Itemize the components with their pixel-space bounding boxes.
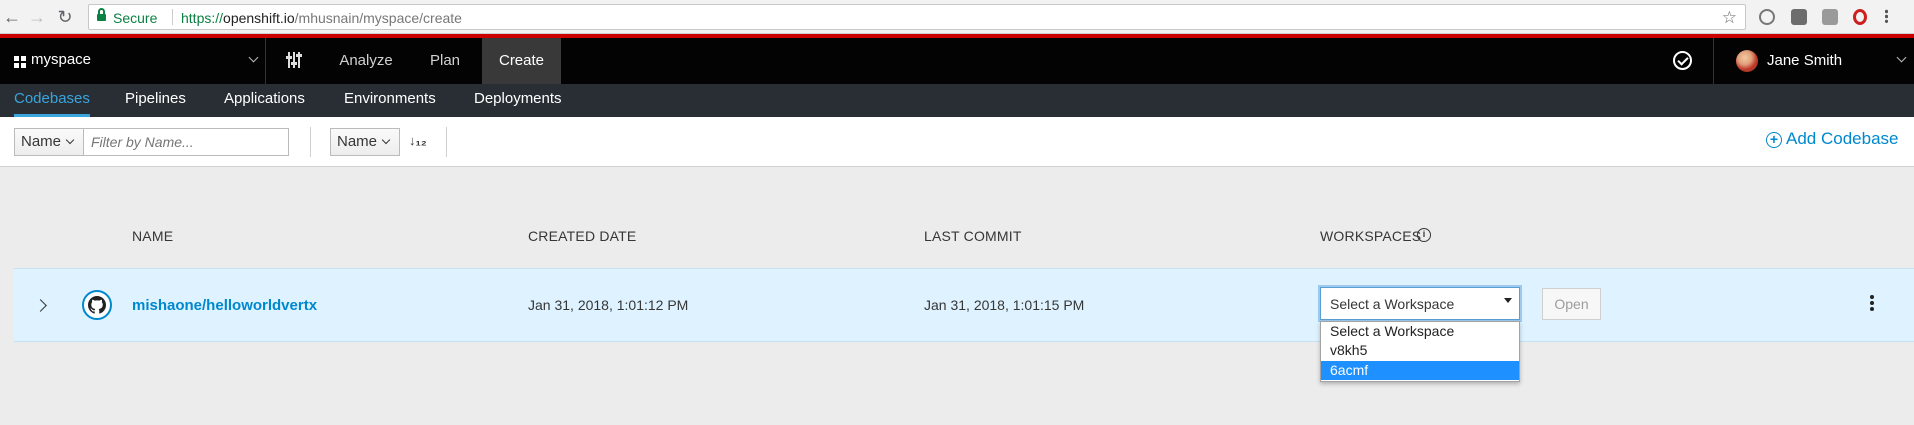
user-name: Jane Smith (1767, 52, 1843, 69)
tab-applications[interactable]: Applications (224, 84, 305, 117)
workspace-select[interactable]: Select a Workspace (1320, 287, 1520, 320)
grid-icon (14, 56, 26, 68)
nav-item-plan[interactable]: Plan (406, 38, 484, 84)
sort-ascending-icon[interactable]: ↓₁₂ (409, 133, 427, 148)
address-bar[interactable]: Secure https://openshift.io/mhusnain/mys… (88, 4, 1746, 30)
filter-field-label: Name (21, 133, 62, 150)
dropdown-arrow-icon (1504, 298, 1512, 303)
space-switcher[interactable]: myspace (0, 38, 266, 84)
url-divider (172, 9, 173, 25)
tab-codebases[interactable]: Codebases (14, 84, 90, 117)
forward-icon[interactable]: → (27, 7, 47, 27)
tab-deployments[interactable]: Deployments (474, 84, 562, 117)
filter-field-select[interactable]: Name (14, 128, 84, 156)
workspace-dropdown-list: Select a Workspace v8kh5 6acmf (1320, 321, 1520, 382)
sort-field-label: Name (337, 133, 378, 150)
chevron-right-icon[interactable] (34, 299, 47, 312)
sort-field-select[interactable]: Name (330, 128, 400, 156)
lock-icon (97, 8, 106, 22)
secure-label: Secure (113, 10, 158, 26)
chevron-down-icon (248, 52, 259, 63)
opera-icon[interactable] (1853, 9, 1867, 25)
filter-toolbar: Name Name ↓₁₂ + Add Codebase (0, 117, 1914, 167)
nav-item-create[interactable]: Create (482, 38, 561, 84)
space-name: myspace (31, 51, 92, 68)
column-header-workspaces: WORKSPACES (1320, 228, 1422, 244)
avatar (1736, 50, 1758, 72)
info-icon[interactable]: i (1417, 228, 1431, 242)
extension-gauge-icon[interactable] (1759, 9, 1775, 25)
sub-navigation: Codebases Pipelines Applications Environ… (0, 84, 1914, 117)
last-commit-date: Jan 31, 2018, 1:01:15 PM (924, 297, 1085, 313)
back-icon[interactable]: ← (2, 7, 22, 27)
url-host: openshift.io (223, 10, 295, 26)
add-codebase-button[interactable]: Add Codebase (1786, 129, 1898, 149)
reload-icon[interactable]: ↻ (55, 7, 75, 27)
workspace-option[interactable]: v8kh5 (1321, 341, 1519, 360)
nav-item-analyze[interactable]: Analyze (326, 38, 406, 84)
bookmark-star-icon[interactable]: ☆ (1722, 8, 1737, 28)
kebab-menu-icon[interactable] (1870, 295, 1874, 311)
toolbar-divider (310, 127, 311, 157)
url-text[interactable]: https://openshift.io/mhusnain/myspace/cr… (181, 10, 462, 26)
chevron-down-icon (65, 135, 75, 145)
open-workspace-button[interactable]: Open (1542, 288, 1601, 320)
workspace-option[interactable]: Select a Workspace (1321, 322, 1519, 341)
browser-menu-icon[interactable] (1885, 9, 1888, 23)
created-date: Jan 31, 2018, 1:01:12 PM (528, 297, 689, 313)
table-row: mishaone/helloworldvertx Jan 31, 2018, 1… (14, 268, 1914, 342)
top-navigation: myspace Analyze Plan Create Jane Smith (0, 34, 1914, 84)
browser-toolbar: ← → ↻ Secure https://openshift.io/mhusna… (0, 0, 1914, 34)
extension-puzzle-icon[interactable] (1822, 9, 1838, 25)
chevron-down-icon (381, 135, 391, 145)
plus-circle-icon[interactable]: + (1766, 132, 1782, 148)
check-circle-icon[interactable] (1673, 51, 1692, 70)
workspace-option-highlighted[interactable]: 6acmf (1321, 361, 1519, 380)
filter-input[interactable] (83, 128, 289, 156)
github-icon (82, 290, 112, 320)
chevron-down-icon (1896, 52, 1907, 63)
codebase-name-link[interactable]: mishaone/helloworldvertx (132, 297, 317, 314)
extension-page-icon[interactable] (1791, 9, 1807, 25)
column-header-last-commit[interactable]: LAST COMMIT (924, 228, 1022, 244)
column-header-created[interactable]: CREATED DATE (528, 228, 636, 244)
url-scheme: https:// (181, 10, 224, 26)
tab-environments[interactable]: Environments (344, 84, 436, 117)
workspace-select-value: Select a Workspace (1330, 296, 1455, 312)
sliders-icon[interactable] (286, 52, 302, 68)
toolbar-divider (446, 127, 447, 157)
tab-pipelines[interactable]: Pipelines (125, 84, 186, 117)
column-header-name[interactable]: NAME (132, 228, 173, 244)
url-path: /mhusnain/myspace/create (294, 10, 462, 26)
user-menu[interactable]: Jane Smith (1713, 38, 1914, 84)
